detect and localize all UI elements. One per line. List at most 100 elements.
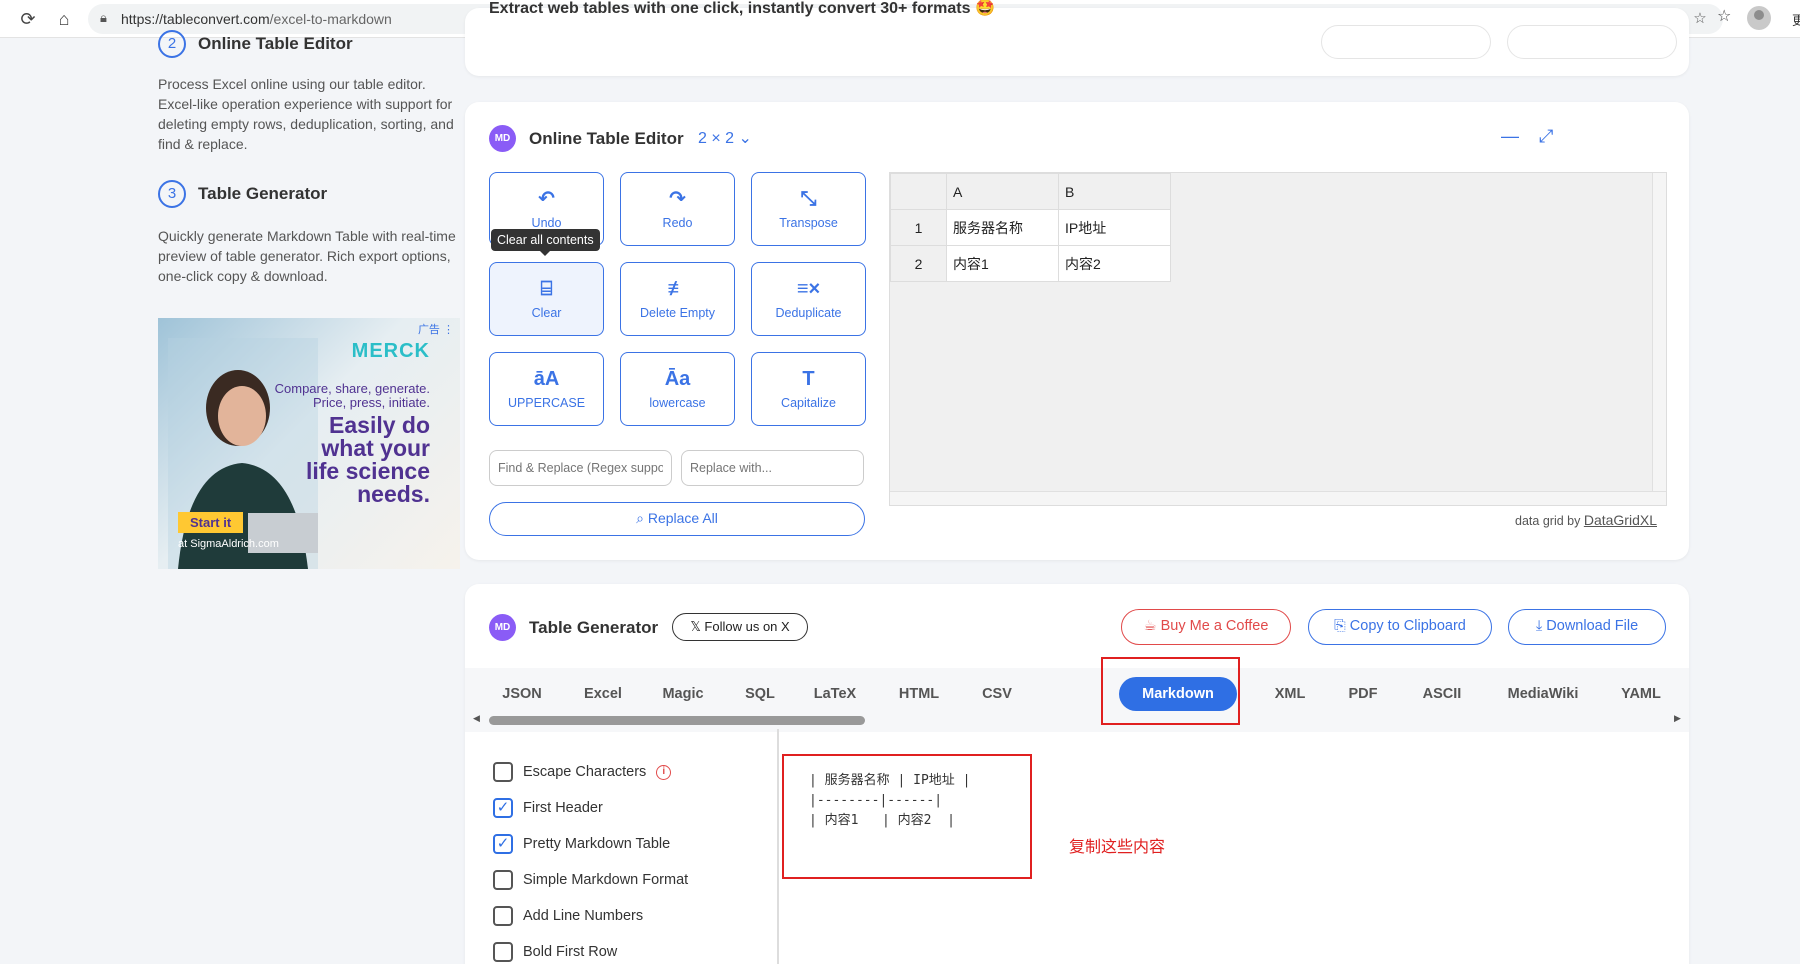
intro-text: Extract web tables with one click, insta… xyxy=(489,0,995,17)
table-row: 1 服务器名称 IP地址 xyxy=(890,209,1171,246)
table-row: 2 内容1 内容2 xyxy=(890,245,1171,282)
row-number[interactable]: 2 xyxy=(890,245,947,282)
info-icon[interactable]: i xyxy=(656,764,672,780)
tab-mediawiki[interactable]: MediaWiki xyxy=(1501,677,1585,711)
scroll-left-icon[interactable]: ◀ xyxy=(473,713,480,724)
tab-excel[interactable]: Excel xyxy=(575,677,631,711)
step-2-header: 2 Online Table Editor xyxy=(158,30,460,58)
option-escape-characters[interactable]: Escape Characters i xyxy=(493,762,672,782)
download-file-button[interactable]: ⤓ Download File xyxy=(1508,609,1666,645)
data-grid[interactable]: A B 1 服务器名称 IP地址 2 内容1 内容2 xyxy=(889,172,1667,506)
option-pretty-markdown[interactable]: ✓ Pretty Markdown Table xyxy=(493,834,670,854)
lock-icon[interactable]: 🔒︎ xyxy=(100,10,114,26)
uppercase-icon: āA xyxy=(533,368,560,390)
option-simple-markdown[interactable]: Simple Markdown Format xyxy=(493,870,688,890)
table-size-selector[interactable]: 2 × 2 ⌄ xyxy=(698,128,752,148)
advertisement[interactable]: 广告 ⋮ MERCK Compare, share, generate. Pri… xyxy=(158,318,460,569)
column-header-a[interactable]: A xyxy=(946,173,1059,210)
grid-cell[interactable]: IP地址 xyxy=(1058,209,1171,246)
checkbox[interactable] xyxy=(493,762,513,782)
checkbox-checked[interactable]: ✓ xyxy=(493,834,513,854)
favorite-star-icon[interactable]: ☆ xyxy=(1689,8,1711,30)
lowercase-button[interactable]: Āa lowercase xyxy=(620,352,735,426)
uppercase-button[interactable]: āA UPPERCASE xyxy=(489,352,604,426)
option-line-numbers[interactable]: Add Line Numbers xyxy=(493,906,643,926)
row-number[interactable]: 1 xyxy=(890,209,947,246)
checkbox[interactable] xyxy=(493,906,513,926)
tab-yaml[interactable]: YAML xyxy=(1615,677,1667,711)
find-input[interactable] xyxy=(489,450,672,486)
clear-button[interactable]: ⌸ Clear xyxy=(489,262,604,336)
replace-all-button[interactable]: ⌕ Replace All xyxy=(489,502,865,536)
follow-x-button[interactable]: 𝕏 Follow us on X xyxy=(672,613,808,641)
tab-ascii[interactable]: ASCII xyxy=(1415,677,1469,711)
coffee-cup-icon: ☕︎ xyxy=(1143,618,1157,634)
clipped-label: 更 xyxy=(1792,13,1800,28)
grid-horizontal-scrollbar[interactable] xyxy=(890,491,1666,505)
option-first-header[interactable]: ✓ First Header xyxy=(493,798,603,818)
delete-empty-icon: ≢ xyxy=(667,278,688,300)
capitalize-icon: T xyxy=(802,368,815,390)
grid-cell[interactable]: 服务器名称 xyxy=(946,209,1059,246)
annotation-box-output xyxy=(782,754,1032,879)
reload-icon[interactable]: ⟳ xyxy=(16,7,40,31)
tab-html[interactable]: HTML xyxy=(889,677,949,711)
format-tabs: JSON Excel Magic SQL LaTeX HTML CSV Mark… xyxy=(465,668,1689,732)
generator-title: Table Generator xyxy=(529,618,659,637)
deduplicate-button[interactable]: ≡× Deduplicate xyxy=(751,262,866,336)
favorites-list-icon[interactable]: ☆ xyxy=(1717,6,1731,30)
tab-latex[interactable]: LaTeX xyxy=(807,677,863,711)
datagridxl-link[interactable]: DataGridXL xyxy=(1584,512,1657,528)
tab-csv[interactable]: CSV xyxy=(975,677,1019,711)
grid-cell[interactable]: 内容1 xyxy=(946,245,1059,282)
delete-empty-button[interactable]: ≢ Delete Empty xyxy=(620,262,735,336)
redo-icon: ↷ xyxy=(669,188,686,210)
scroll-right-icon[interactable]: ▶ xyxy=(1674,713,1681,724)
checkbox-checked[interactable]: ✓ xyxy=(493,798,513,818)
md-logo-icon: MD xyxy=(489,125,516,152)
step-description: Process Excel online using our table edi… xyxy=(158,76,454,152)
column-header-b[interactable]: B xyxy=(1058,173,1171,210)
tab-pdf[interactable]: PDF xyxy=(1341,677,1385,711)
deduplicate-icon: ≡× xyxy=(796,278,821,300)
buy-coffee-button[interactable]: ☕︎ Buy Me a Coffee xyxy=(1121,609,1291,645)
option-bold-first-row[interactable]: Bold First Row xyxy=(493,942,617,962)
undo-icon: ↶ xyxy=(538,188,555,210)
step-title: Online Table Editor xyxy=(198,34,353,53)
grid-vertical-scrollbar[interactable] xyxy=(1652,173,1666,505)
checkbox[interactable] xyxy=(493,870,513,890)
capitalize-button[interactable]: T Capitalize xyxy=(751,352,866,426)
broom-icon: ⌸ xyxy=(540,278,553,300)
minimize-icon[interactable]: — xyxy=(1501,126,1519,147)
ad-brand-logo: MERCK xyxy=(351,340,430,362)
tab-sql[interactable]: SQL xyxy=(739,677,781,711)
left-steps: 2 Online Table Editor Process Excel onli… xyxy=(158,30,460,286)
tab-json[interactable]: JSON xyxy=(493,677,551,711)
ad-badge[interactable]: 广告 ⋮ xyxy=(418,321,454,337)
step-3-header: 3 Table Generator xyxy=(158,180,460,208)
replace-input[interactable] xyxy=(681,450,864,486)
url-text[interactable]: https://tableconvert.com/excel-to-markdo… xyxy=(121,11,392,27)
grid-corner[interactable] xyxy=(890,173,947,210)
tabs-scrollbar-thumb[interactable] xyxy=(489,716,865,725)
browser-right-icons: ☆ xyxy=(1717,6,1772,30)
grid-credit: data grid by DataGridXL xyxy=(1515,512,1657,528)
tab-magic[interactable]: Magic xyxy=(653,677,713,711)
extension-pill-other[interactable] xyxy=(1507,25,1677,59)
annotation-note: 复制这些内容 xyxy=(1069,839,1166,856)
transpose-button[interactable]: ⤡ Transpose xyxy=(751,172,866,246)
step-description: Quickly generate Markdown Table with rea… xyxy=(158,228,456,284)
fullscreen-icon[interactable]: ⤢ xyxy=(1539,126,1553,147)
profile-avatar[interactable] xyxy=(1747,6,1772,30)
copy-clipboard-button[interactable]: ⎘ Copy to Clipboard xyxy=(1308,609,1492,645)
intro-card: Extract web tables with one click, insta… xyxy=(465,0,1689,76)
clear-tooltip: Clear all contents xyxy=(491,229,600,256)
extension-pill-chrome[interactable] xyxy=(1321,25,1491,59)
step-number: 2 xyxy=(158,30,186,58)
tab-xml[interactable]: XML xyxy=(1265,677,1315,711)
grid-cell[interactable]: 内容2 xyxy=(1058,245,1171,282)
ad-cta-button[interactable]: Start it xyxy=(178,512,244,533)
home-icon[interactable]: ⌂ xyxy=(52,7,76,31)
redo-button[interactable]: ↷ Redo xyxy=(620,172,735,246)
checkbox[interactable] xyxy=(493,942,513,962)
